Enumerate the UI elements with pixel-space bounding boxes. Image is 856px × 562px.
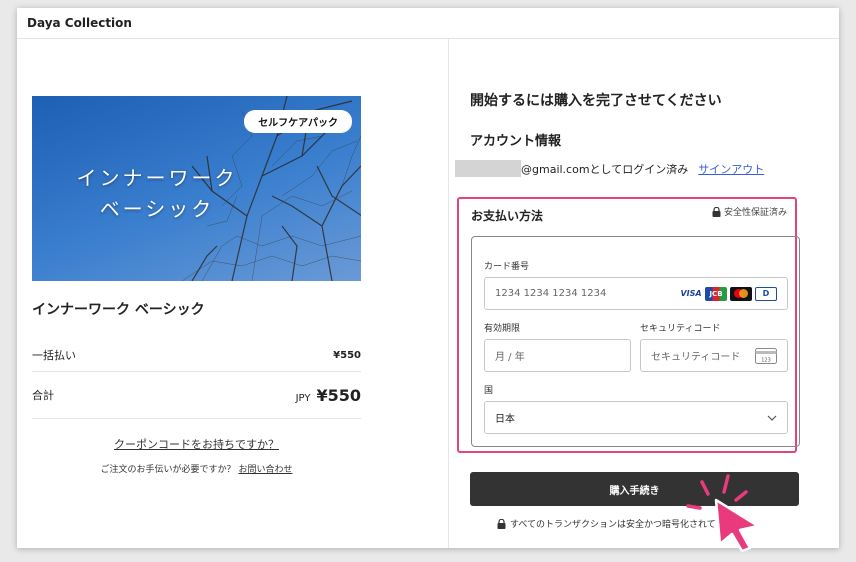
account-heading: アカウント情報 <box>470 134 562 149</box>
one-time-price: ¥550 <box>333 349 361 361</box>
country-select[interactable]: 日本 <box>484 401 788 434</box>
expiry-placeholder: 月 / 年 <box>495 352 525 363</box>
mastercard-icon <box>730 286 752 301</box>
signout-link[interactable]: サインアウト <box>698 161 764 177</box>
cvc-placeholder: セキュリティコード <box>651 352 741 363</box>
cvc-input[interactable]: セキュリティコード 123 <box>640 339 788 372</box>
hero-title-line1: インナーワーク <box>76 166 238 190</box>
diners-club-icon: D <box>755 286 777 301</box>
one-time-label: 一括払い <box>32 349 76 362</box>
coupon-link[interactable]: クーポンコードをお持ちですか？ <box>32 436 361 452</box>
card-number-placeholder: 1234 1234 1234 1234 <box>495 288 607 299</box>
card-number-label: カード番号 <box>484 262 530 272</box>
login-status: @gmail.comとしてログイン済み サインアウト <box>455 160 764 177</box>
country-value: 日本 <box>495 414 515 425</box>
checkout-heading: 開始するには購入を完了させてください <box>470 93 722 109</box>
product-image: セルフケアパック インナーワーク ベーシック <box>32 96 361 281</box>
card-form: カード番号 1234 1234 1234 1234 VISA JCB D 有効期… <box>471 236 800 447</box>
chevron-down-icon <box>767 415 777 421</box>
country-label: 国 <box>484 386 494 396</box>
redacted-email <box>455 160 521 177</box>
pointer-cursor-icon <box>686 474 760 552</box>
pack-badge: セルフケアパック <box>244 110 352 133</box>
payment-title: お支払い方法 <box>471 209 544 223</box>
card-number-input[interactable]: 1234 1234 1234 1234 VISA JCB D <box>484 277 788 310</box>
expiry-label: 有効期限 <box>484 324 521 334</box>
order-summary: セルフケアパック インナーワーク ベーシック インナーワーク ベーシック 一括払… <box>32 96 361 475</box>
lock-icon <box>712 206 721 217</box>
secure-label: 安全性保証済み <box>723 208 787 218</box>
total-label: 合計 <box>32 389 54 402</box>
contact-link[interactable]: お問い合わせ <box>238 465 292 475</box>
login-text: @gmail.comとしてログイン済み <box>521 162 689 176</box>
cvc-label: セキュリティコード <box>640 324 721 334</box>
svg-text:123: 123 <box>761 357 771 363</box>
product-name: インナーワーク ベーシック <box>32 302 205 318</box>
one-time-row: 一括払い ¥550 <box>32 339 361 372</box>
help-question: ご注文のお手伝いが必要ですか？ <box>100 465 236 475</box>
payment-method-section: お支払い方法 安全性保証済み カード番号 1234 1234 1234 1234… <box>457 197 800 453</box>
hero-title-line2: ベーシック <box>99 197 215 221</box>
total-row: 合計 JPY ¥550 <box>32 372 361 419</box>
card-brands: VISA JCB D <box>680 286 777 301</box>
jcb-icon: JCB <box>705 286 727 301</box>
lock-icon <box>497 518 506 529</box>
secure-badge: 安全性保証済み <box>712 205 787 218</box>
help-text: ご注文のお手伝いが必要ですか？ お問い合わせ <box>32 462 361 475</box>
card-cvc-icon: 123 <box>755 347 777 364</box>
expiry-input[interactable]: 月 / 年 <box>484 339 631 372</box>
visa-icon: VISA <box>680 289 702 298</box>
column-divider <box>448 39 449 548</box>
total-currency: JPY <box>295 392 311 404</box>
store-title: Daya Collection <box>17 8 839 39</box>
total-amount: JPY ¥550 <box>296 386 361 405</box>
total-price: ¥550 <box>316 385 361 405</box>
